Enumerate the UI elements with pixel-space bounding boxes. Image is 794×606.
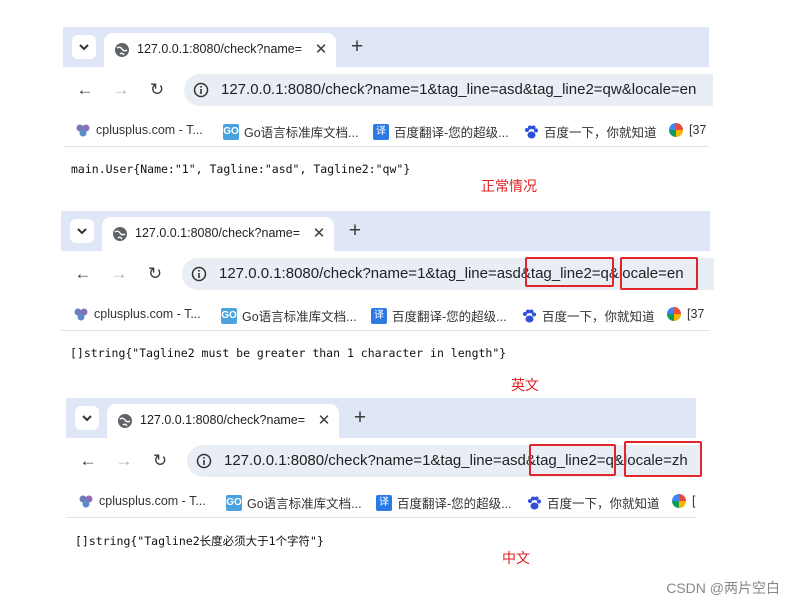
- back-arrow-icon[interactable]: ←: [75, 80, 95, 100]
- reload-icon[interactable]: ↻: [145, 264, 165, 284]
- reload-icon[interactable]: ↻: [147, 80, 167, 100]
- baidu-paw-icon: [525, 125, 538, 138]
- bookmark-go-docs[interactable]: GO Go语言标准库文档...: [221, 306, 357, 325]
- caption-2: 英文: [511, 377, 539, 393]
- cplusplus-icon: [79, 495, 93, 508]
- info-icon[interactable]: [191, 266, 207, 282]
- forward-arrow-icon[interactable]: →: [114, 451, 134, 471]
- bookmark-cplusplus[interactable]: cplusplus.com - T...: [78, 493, 206, 509]
- bookmarks-bar: cplusplus.com - T... GO Go语言标准库文档... 译 百…: [61, 297, 710, 331]
- highlight-locale-box: [620, 257, 698, 290]
- chevron-down-icon: [79, 44, 89, 51]
- tab-strip: 127.0.0.1:8080/check?name= ✕ +: [61, 211, 710, 251]
- colorful-app-icon: [672, 494, 686, 508]
- browser-tab[interactable]: 127.0.0.1:8080/check?name= ✕: [107, 404, 339, 438]
- translate-icon: 译: [371, 307, 387, 324]
- go-icon: GO: [226, 494, 242, 511]
- bookmark-go-docs[interactable]: GO Go语言标准库文档...: [223, 122, 359, 141]
- bookmark-baidu[interactable]: 百度一下，你就知道: [521, 306, 655, 325]
- bookmark-baidu-translate[interactable]: 译 百度翻译-您的超级...: [371, 306, 507, 325]
- tab-strip: 127.0.0.1:8080/check?name= ✕ +: [66, 398, 696, 438]
- highlight-locale-box: [624, 441, 702, 477]
- tab-title: 127.0.0.1:8080/check?name=: [135, 226, 301, 240]
- cplusplus-icon: [74, 308, 88, 321]
- tab-title: 127.0.0.1:8080/check?name=: [140, 413, 306, 427]
- new-tab-button[interactable]: +: [350, 407, 370, 428]
- url-text[interactable]: 127.0.0.1:8080/check?name=1&tag_line=asd…: [221, 81, 696, 98]
- bookmark-baidu[interactable]: 百度一下，你就知道: [526, 493, 660, 512]
- response-output-2: []string{"Tagline2 must be greater than …: [70, 346, 507, 360]
- highlight-tag-line2-box: [525, 257, 614, 287]
- info-icon[interactable]: [193, 82, 209, 98]
- close-tab-icon[interactable]: ✕: [315, 412, 333, 430]
- browser-tab[interactable]: 127.0.0.1:8080/check?name= ✕: [104, 33, 336, 67]
- forward-arrow-icon[interactable]: →: [109, 264, 129, 284]
- highlight-tag-line2-box: [529, 444, 616, 476]
- bookmark-cplusplus[interactable]: cplusplus.com - T...: [73, 306, 201, 322]
- bookmarks-bar: cplusplus.com - T... GO Go语言标准库文档... 译 百…: [66, 484, 696, 518]
- chevron-down-icon: [82, 415, 92, 422]
- close-tab-icon[interactable]: ✕: [312, 41, 330, 59]
- caption-3: 中文: [502, 550, 530, 566]
- globe-icon: [115, 43, 129, 57]
- bookmark-baidu-translate[interactable]: 译 百度翻译-您的超级...: [373, 122, 509, 141]
- globe-icon: [118, 414, 132, 428]
- bookmark-more[interactable]: [37: [666, 306, 704, 322]
- globe-icon: [113, 227, 127, 241]
- bookmark-baidu-translate[interactable]: 译 百度翻译-您的超级...: [376, 493, 512, 512]
- baidu-paw-icon: [523, 309, 536, 322]
- back-arrow-icon[interactable]: ←: [73, 264, 93, 284]
- translate-icon: 译: [376, 494, 392, 511]
- browser-window-1: 127.0.0.1:8080/check?name= ✕ + ← → ↻ 127…: [63, 27, 713, 149]
- watermark: CSDN @两片空白: [666, 580, 780, 596]
- go-icon: GO: [223, 123, 239, 140]
- url-text[interactable]: 127.0.0.1:8080/check?name=1&tag_line=asd…: [224, 452, 688, 469]
- back-arrow-icon[interactable]: ←: [78, 451, 98, 471]
- bookmark-more[interactable]: [37: [668, 122, 706, 138]
- response-output-3: []string{"Tagline2长度必须大于1个字符"}: [75, 534, 324, 548]
- colorful-app-icon: [667, 307, 681, 321]
- new-tab-button[interactable]: +: [345, 220, 365, 241]
- tab-search-button[interactable]: [75, 406, 99, 430]
- tab-title: 127.0.0.1:8080/check?name=: [137, 42, 303, 56]
- bookmark-cplusplus[interactable]: cplusplus.com - T...: [75, 122, 203, 138]
- forward-arrow-icon[interactable]: →: [111, 80, 131, 100]
- info-icon[interactable]: [196, 453, 212, 469]
- reload-icon[interactable]: ↻: [150, 451, 170, 471]
- tab-strip: 127.0.0.1:8080/check?name= ✕ +: [63, 27, 709, 67]
- baidu-paw-icon: [528, 496, 541, 509]
- tab-search-button[interactable]: [70, 219, 94, 243]
- chevron-down-icon: [77, 228, 87, 235]
- browser-tab[interactable]: 127.0.0.1:8080/check?name= ✕: [102, 217, 334, 251]
- response-output-1: main.User{Name:"1", Tagline:"asd", Tagli…: [71, 162, 411, 176]
- address-bar[interactable]: 127.0.0.1:8080/check?name=1&tag_line=asd…: [184, 74, 713, 106]
- translate-icon: 译: [373, 123, 389, 140]
- new-tab-button[interactable]: +: [347, 36, 367, 57]
- bookmark-more[interactable]: [: [671, 493, 695, 509]
- close-tab-icon[interactable]: ✕: [310, 225, 328, 243]
- bookmark-go-docs[interactable]: GO Go语言标准库文档...: [226, 493, 362, 512]
- tab-search-button[interactable]: [72, 35, 96, 59]
- toolbar: ← → ↻ 127.0.0.1:8080/check?name=1&tag_li…: [63, 67, 713, 113]
- bookmarks-bar: cplusplus.com - T... GO Go语言标准库文档... 译 百…: [63, 113, 709, 147]
- cplusplus-icon: [76, 124, 90, 137]
- go-icon: GO: [221, 307, 237, 324]
- caption-1: 正常情况: [481, 178, 537, 194]
- bookmark-baidu[interactable]: 百度一下，你就知道: [523, 122, 657, 141]
- colorful-app-icon: [669, 123, 683, 137]
